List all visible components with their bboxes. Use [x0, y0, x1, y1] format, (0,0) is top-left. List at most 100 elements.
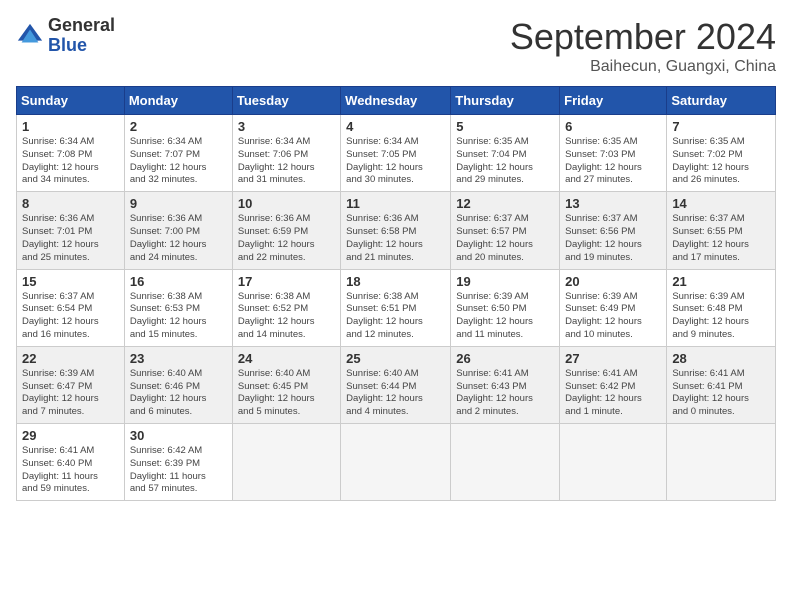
calendar-day-cell: 27 Sunrise: 6:41 AM Sunset: 6:42 PM Dayli…: [560, 346, 667, 423]
calendar-day-cell: 19 Sunrise: 6:39 AM Sunset: 6:50 PM Dayli…: [451, 269, 560, 346]
day-number: 12: [456, 196, 554, 211]
calendar-day-cell: 7 Sunrise: 6:35 AM Sunset: 7:02 PM Daylig…: [667, 115, 776, 192]
calendar-day-cell: [667, 424, 776, 501]
weekday-header-monday: Monday: [124, 87, 232, 115]
day-info: Sunrise: 6:34 AM Sunset: 7:06 PM Dayligh…: [238, 136, 335, 187]
day-number: 28: [672, 351, 770, 366]
day-info: Sunrise: 6:42 AM Sunset: 6:39 PM Dayligh…: [130, 445, 227, 496]
calendar-day-cell: [451, 424, 560, 501]
calendar-day-cell: 28Sunrise: 6:41 AM Sunset: 6:41 PM Dayli…: [667, 346, 776, 423]
calendar-day-cell: 2 Sunrise: 6:34 AM Sunset: 7:07 PM Daylig…: [124, 115, 232, 192]
calendar-day-cell: 14Sunrise: 6:37 AM Sunset: 6:55 PM Dayli…: [667, 192, 776, 269]
calendar-day-cell: 21 Sunrise: 6:39 AM Sunset: 6:48 PM Dayli…: [667, 269, 776, 346]
day-number: 20: [565, 274, 661, 289]
day-info: Sunrise: 6:34 AM Sunset: 7:05 PM Dayligh…: [346, 136, 445, 187]
logo-text: General Blue: [48, 16, 115, 56]
day-number: 16: [130, 274, 227, 289]
day-info: Sunrise: 6:35 AM Sunset: 7:02 PM Dayligh…: [672, 136, 770, 187]
calendar-day-cell: 11 Sunrise: 6:36 AM Sunset: 6:58 PM Dayli…: [341, 192, 451, 269]
calendar-day-cell: 25 Sunrise: 6:40 AM Sunset: 6:44 PM Dayli…: [341, 346, 451, 423]
calendar-day-cell: 4 Sunrise: 6:34 AM Sunset: 7:05 PM Daylig…: [341, 115, 451, 192]
calendar-day-cell: 22 Sunrise: 6:39 AM Sunset: 6:47 PM Dayli…: [17, 346, 125, 423]
day-info: Sunrise: 6:34 AM Sunset: 7:08 PM Dayligh…: [22, 136, 119, 187]
day-info: Sunrise: 6:41 AM Sunset: 6:42 PM Dayligh…: [565, 368, 661, 419]
day-number: 14: [672, 196, 770, 211]
day-number: 7: [672, 119, 770, 134]
day-info: Sunrise: 6:38 AM Sunset: 6:51 PM Dayligh…: [346, 291, 445, 342]
day-number: 10: [238, 196, 335, 211]
day-info: Sunrise: 6:39 AM Sunset: 6:49 PM Dayligh…: [565, 291, 661, 342]
calendar-day-cell: [560, 424, 667, 501]
calendar-day-cell: 1Sunrise: 6:34 AM Sunset: 7:08 PM Daylig…: [17, 115, 125, 192]
logo: General Blue: [16, 16, 115, 56]
day-number: 21: [672, 274, 770, 289]
day-number: 27: [565, 351, 661, 366]
day-info: Sunrise: 6:40 AM Sunset: 6:45 PM Dayligh…: [238, 368, 335, 419]
day-number: 6: [565, 119, 661, 134]
day-info: Sunrise: 6:36 AM Sunset: 6:59 PM Dayligh…: [238, 213, 335, 264]
calendar-week-row: 29 Sunrise: 6:41 AM Sunset: 6:40 PM Dayli…: [17, 424, 776, 501]
calendar-day-cell: 8 Sunrise: 6:36 AM Sunset: 7:01 PM Daylig…: [17, 192, 125, 269]
calendar-day-cell: 3 Sunrise: 6:34 AM Sunset: 7:06 PM Daylig…: [232, 115, 340, 192]
day-info: Sunrise: 6:41 AM Sunset: 6:43 PM Dayligh…: [456, 368, 554, 419]
calendar-day-cell: 23Sunrise: 6:40 AM Sunset: 6:46 PM Dayli…: [124, 346, 232, 423]
calendar-day-cell: 5Sunrise: 6:35 AM Sunset: 7:04 PM Daylig…: [451, 115, 560, 192]
day-info: Sunrise: 6:36 AM Sunset: 6:58 PM Dayligh…: [346, 213, 445, 264]
day-info: Sunrise: 6:37 AM Sunset: 6:54 PM Dayligh…: [22, 291, 119, 342]
day-info: Sunrise: 6:40 AM Sunset: 6:44 PM Dayligh…: [346, 368, 445, 419]
weekday-header-sunday: Sunday: [17, 87, 125, 115]
calendar-table: SundayMondayTuesdayWednesdayThursdayFrid…: [16, 86, 776, 501]
weekday-header-row: SundayMondayTuesdayWednesdayThursdayFrid…: [17, 87, 776, 115]
calendar-title: September 2024: [510, 16, 776, 58]
calendar-day-cell: 26 Sunrise: 6:41 AM Sunset: 6:43 PM Dayli…: [451, 346, 560, 423]
day-number: 11: [346, 196, 445, 211]
calendar-week-row: 22 Sunrise: 6:39 AM Sunset: 6:47 PM Dayli…: [17, 346, 776, 423]
day-number: 3: [238, 119, 335, 134]
day-info: Sunrise: 6:38 AM Sunset: 6:53 PM Dayligh…: [130, 291, 227, 342]
calendar-week-row: 1Sunrise: 6:34 AM Sunset: 7:08 PM Daylig…: [17, 115, 776, 192]
day-number: 24: [238, 351, 335, 366]
day-info: Sunrise: 6:34 AM Sunset: 7:07 PM Dayligh…: [130, 136, 227, 187]
weekday-header-friday: Friday: [560, 87, 667, 115]
day-info: Sunrise: 6:39 AM Sunset: 6:48 PM Dayligh…: [672, 291, 770, 342]
day-number: 30: [130, 428, 227, 443]
calendar-week-row: 15Sunrise: 6:37 AM Sunset: 6:54 PM Dayli…: [17, 269, 776, 346]
calendar-day-cell: 29 Sunrise: 6:41 AM Sunset: 6:40 PM Dayli…: [17, 424, 125, 501]
day-number: 2: [130, 119, 227, 134]
calendar-day-cell: 12 Sunrise: 6:37 AM Sunset: 6:57 PM Dayli…: [451, 192, 560, 269]
calendar-day-cell: 13Sunrise: 6:37 AM Sunset: 6:56 PM Dayli…: [560, 192, 667, 269]
calendar-day-cell: 18 Sunrise: 6:38 AM Sunset: 6:51 PM Dayli…: [341, 269, 451, 346]
day-info: Sunrise: 6:37 AM Sunset: 6:57 PM Dayligh…: [456, 213, 554, 264]
logo-blue-text: Blue: [48, 36, 115, 56]
weekday-header-wednesday: Wednesday: [341, 87, 451, 115]
day-number: 29: [22, 428, 119, 443]
logo-icon: [16, 22, 44, 50]
day-number: 8: [22, 196, 119, 211]
day-info: Sunrise: 6:39 AM Sunset: 6:50 PM Dayligh…: [456, 291, 554, 342]
calendar-day-cell: 24 Sunrise: 6:40 AM Sunset: 6:45 PM Dayli…: [232, 346, 340, 423]
day-info: Sunrise: 6:36 AM Sunset: 7:00 PM Dayligh…: [130, 213, 227, 264]
calendar-day-cell: 9Sunrise: 6:36 AM Sunset: 7:00 PM Daylig…: [124, 192, 232, 269]
day-number: 26: [456, 351, 554, 366]
logo-general-text: General: [48, 16, 115, 36]
calendar-day-cell: [341, 424, 451, 501]
day-number: 19: [456, 274, 554, 289]
calendar-day-cell: 6Sunrise: 6:35 AM Sunset: 7:03 PM Daylig…: [560, 115, 667, 192]
calendar-location: Baihecun, Guangxi, China: [510, 58, 776, 76]
day-number: 22: [22, 351, 119, 366]
day-number: 17: [238, 274, 335, 289]
calendar-day-cell: 10 Sunrise: 6:36 AM Sunset: 6:59 PM Dayli…: [232, 192, 340, 269]
day-info: Sunrise: 6:41 AM Sunset: 6:40 PM Dayligh…: [22, 445, 119, 496]
weekday-header-saturday: Saturday: [667, 87, 776, 115]
weekday-header-thursday: Thursday: [451, 87, 560, 115]
day-number: 23: [130, 351, 227, 366]
calendar-day-cell: 17 Sunrise: 6:38 AM Sunset: 6:52 PM Dayli…: [232, 269, 340, 346]
day-info: Sunrise: 6:36 AM Sunset: 7:01 PM Dayligh…: [22, 213, 119, 264]
day-number: 18: [346, 274, 445, 289]
weekday-header-tuesday: Tuesday: [232, 87, 340, 115]
day-info: Sunrise: 6:38 AM Sunset: 6:52 PM Dayligh…: [238, 291, 335, 342]
day-number: 4: [346, 119, 445, 134]
day-info: Sunrise: 6:39 AM Sunset: 6:47 PM Dayligh…: [22, 368, 119, 419]
day-number: 25: [346, 351, 445, 366]
calendar-day-cell: [232, 424, 340, 501]
